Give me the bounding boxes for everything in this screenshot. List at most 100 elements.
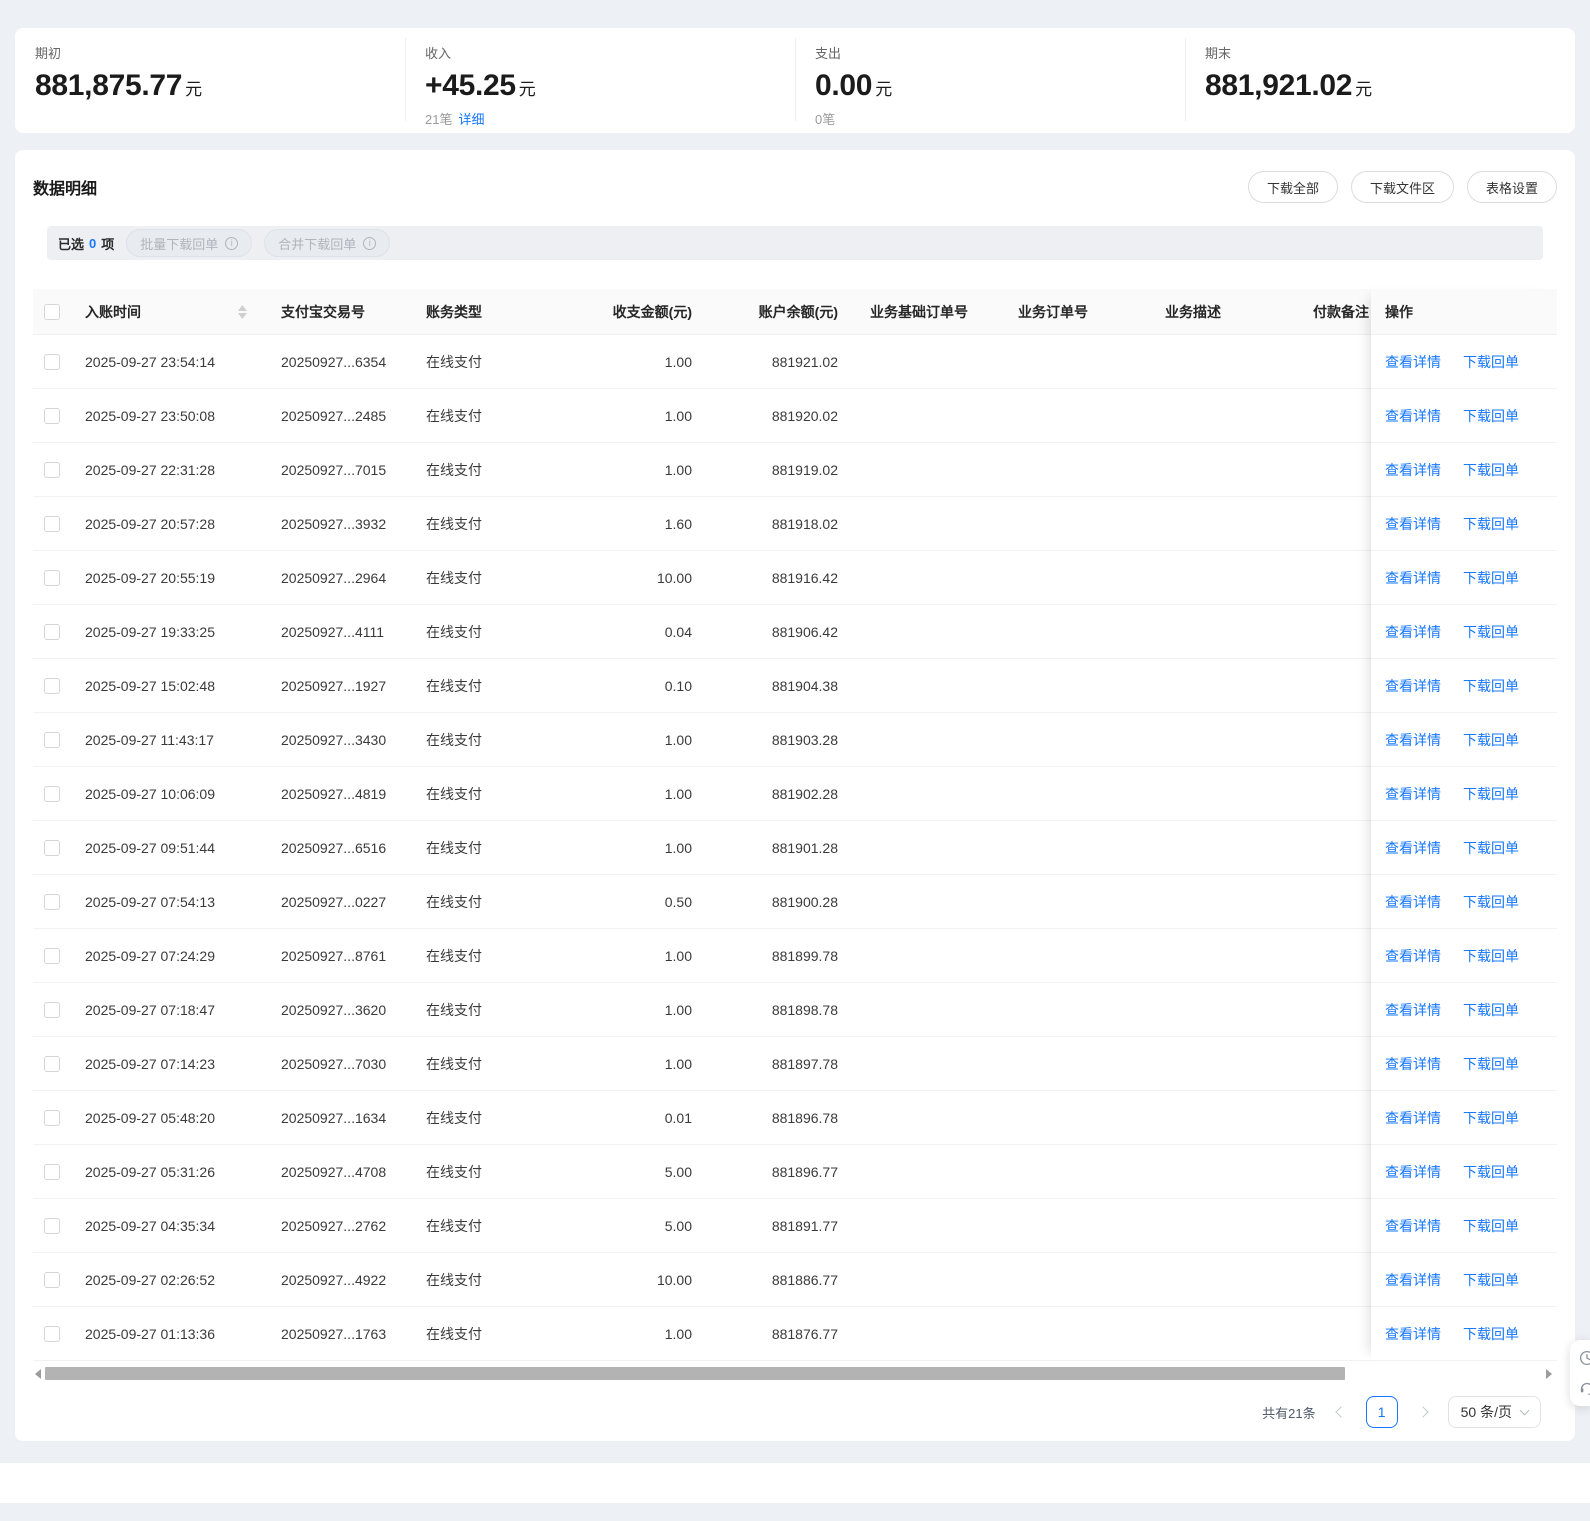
cell-account-type: 在线支付 [426, 677, 482, 694]
download-receipt-link[interactable]: 下载回单 [1463, 352, 1519, 372]
data-detail-panel: 数据明细 下载全部 下载文件区 表格设置 已选 0 项 批量下载回单 合并下载回… [15, 150, 1575, 1441]
view-detail-link[interactable]: 查看详情 [1385, 1108, 1441, 1128]
select-all-checkbox[interactable] [44, 303, 60, 320]
download-receipt-link[interactable]: 下载回单 [1463, 1054, 1519, 1074]
header-order: 业务订单号 [1018, 303, 1088, 320]
cell-transaction-id: 20250927...1927 [281, 677, 387, 694]
view-detail-link[interactable]: 查看详情 [1385, 1324, 1441, 1344]
row-checkbox[interactable] [44, 1271, 60, 1288]
download-receipt-link[interactable]: 下载回单 [1463, 1000, 1519, 1020]
download-receipt-link[interactable]: 下载回单 [1463, 1108, 1519, 1128]
table-settings-button[interactable]: 表格设置 [1466, 171, 1557, 203]
download-receipt-link[interactable]: 下载回单 [1463, 1324, 1519, 1344]
history-clock-icon[interactable] [1579, 1350, 1590, 1366]
scrollbar-left-arrow-icon[interactable] [35, 1369, 41, 1379]
cell-account-type: 在线支付 [426, 461, 482, 478]
row-checkbox[interactable] [44, 839, 60, 856]
download-receipt-link[interactable]: 下载回单 [1463, 1270, 1519, 1290]
view-detail-link[interactable]: 查看详情 [1385, 1054, 1441, 1074]
batch-download-button[interactable]: 批量下载回单 [126, 229, 253, 257]
cell-time: 2025-09-27 04:35:34 [85, 1217, 215, 1234]
row-checkbox[interactable] [44, 353, 60, 370]
action-cell: 查看详情 下载回单 [1371, 1307, 1557, 1361]
view-detail-link[interactable]: 查看详情 [1385, 676, 1441, 696]
row-checkbox[interactable] [44, 1217, 60, 1234]
next-page-icon[interactable] [1416, 1406, 1429, 1418]
merge-download-button[interactable]: 合并下载回单 [264, 229, 391, 257]
download-receipt-link[interactable]: 下载回单 [1463, 838, 1519, 858]
scrollbar-thumb[interactable] [45, 1367, 1345, 1380]
row-checkbox-cell [33, 569, 77, 586]
row-checkbox[interactable] [44, 947, 60, 964]
row-checkbox[interactable] [44, 1109, 60, 1126]
summary-unit: 元 [185, 80, 203, 99]
cell-transaction-id: 20250927...3620 [281, 1001, 387, 1018]
download-receipt-link[interactable]: 下载回单 [1463, 1162, 1519, 1182]
cell-time: 2025-09-27 01:13:36 [85, 1325, 215, 1342]
download-receipt-link[interactable]: 下载回单 [1463, 892, 1519, 912]
row-checkbox[interactable] [44, 461, 60, 478]
view-detail-link[interactable]: 查看详情 [1385, 622, 1441, 642]
view-detail-link[interactable]: 查看详情 [1385, 1162, 1441, 1182]
row-checkbox[interactable] [44, 623, 60, 640]
download-receipt-link[interactable]: 下载回单 [1463, 622, 1519, 642]
download-receipt-link[interactable]: 下载回单 [1463, 784, 1519, 804]
cell-amount: 1.60 [664, 515, 692, 532]
row-checkbox[interactable] [44, 893, 60, 910]
view-detail-link[interactable]: 查看详情 [1385, 514, 1441, 534]
page-size-select[interactable]: 50 条/页 [1447, 1396, 1541, 1428]
row-checkbox[interactable] [44, 515, 60, 532]
row-checkbox[interactable] [44, 1055, 60, 1072]
sort-icon[interactable] [238, 304, 247, 319]
view-detail-link[interactable]: 查看详情 [1385, 730, 1441, 750]
action-cell: 查看详情 下载回单 [1371, 443, 1557, 497]
view-detail-link[interactable]: 查看详情 [1385, 1216, 1441, 1236]
download-receipt-link[interactable]: 下载回单 [1463, 1216, 1519, 1236]
view-detail-link[interactable]: 查看详情 [1385, 784, 1441, 804]
summary-closing: 期末 881,921.02 元 [1185, 28, 1575, 133]
table-row: 2025-09-27 07:18:47 20250927...3620 在线支付… [33, 983, 1557, 1037]
row-checkbox[interactable] [44, 785, 60, 802]
cell-amount: 10.00 [656, 1271, 692, 1288]
scrollbar-right-arrow-icon[interactable] [1546, 1369, 1552, 1379]
download-receipt-link[interactable]: 下载回单 [1463, 406, 1519, 426]
table-row: 2025-09-27 05:31:26 20250927...4708 在线支付… [33, 1145, 1557, 1199]
download-receipt-link[interactable]: 下载回单 [1463, 514, 1519, 534]
row-checkbox[interactable] [44, 731, 60, 748]
download-receipt-link[interactable]: 下载回单 [1463, 460, 1519, 480]
row-checkbox[interactable] [44, 1325, 60, 1342]
view-detail-link[interactable]: 查看详情 [1385, 406, 1441, 426]
view-detail-link[interactable]: 查看详情 [1385, 568, 1441, 588]
view-detail-link[interactable]: 查看详情 [1385, 460, 1441, 480]
income-detail-link[interactable]: 详细 [458, 112, 484, 127]
row-checkbox[interactable] [44, 569, 60, 586]
view-detail-link[interactable]: 查看详情 [1385, 1270, 1441, 1290]
row-checkbox[interactable] [44, 677, 60, 694]
cell-balance: 881900.28 [771, 893, 838, 910]
view-detail-link[interactable]: 查看详情 [1385, 892, 1441, 912]
view-detail-link[interactable]: 查看详情 [1385, 838, 1441, 858]
page-number-button[interactable]: 1 [1365, 1396, 1398, 1428]
cell-time: 2025-09-27 07:24:29 [85, 947, 215, 964]
cell-amount: 1.00 [664, 1325, 692, 1342]
view-detail-link[interactable]: 查看详情 [1385, 946, 1441, 966]
customer-service-icon[interactable] [1579, 1380, 1590, 1396]
view-detail-link[interactable]: 查看详情 [1385, 1000, 1441, 1020]
download-all-button[interactable]: 下载全部 [1247, 171, 1338, 203]
row-checkbox[interactable] [44, 1001, 60, 1018]
row-checkbox[interactable] [44, 1163, 60, 1180]
download-receipt-link[interactable]: 下载回单 [1463, 676, 1519, 696]
row-checkbox[interactable] [44, 407, 60, 424]
row-checkbox-cell [33, 839, 77, 856]
cell-amount: 0.04 [664, 623, 692, 640]
row-checkbox-cell [33, 353, 77, 370]
prev-page-icon[interactable] [1334, 1406, 1347, 1418]
download-receipt-link[interactable]: 下载回单 [1463, 730, 1519, 750]
table-row: 2025-09-27 09:51:44 20250927...6516 在线支付… [33, 821, 1557, 875]
download-receipt-link[interactable]: 下载回单 [1463, 946, 1519, 966]
cell-balance: 881918.02 [771, 515, 838, 532]
download-zone-button[interactable]: 下载文件区 [1350, 171, 1454, 203]
view-detail-link[interactable]: 查看详情 [1385, 352, 1441, 372]
summary-label: 期初 [35, 46, 62, 61]
download-receipt-link[interactable]: 下载回单 [1463, 568, 1519, 588]
